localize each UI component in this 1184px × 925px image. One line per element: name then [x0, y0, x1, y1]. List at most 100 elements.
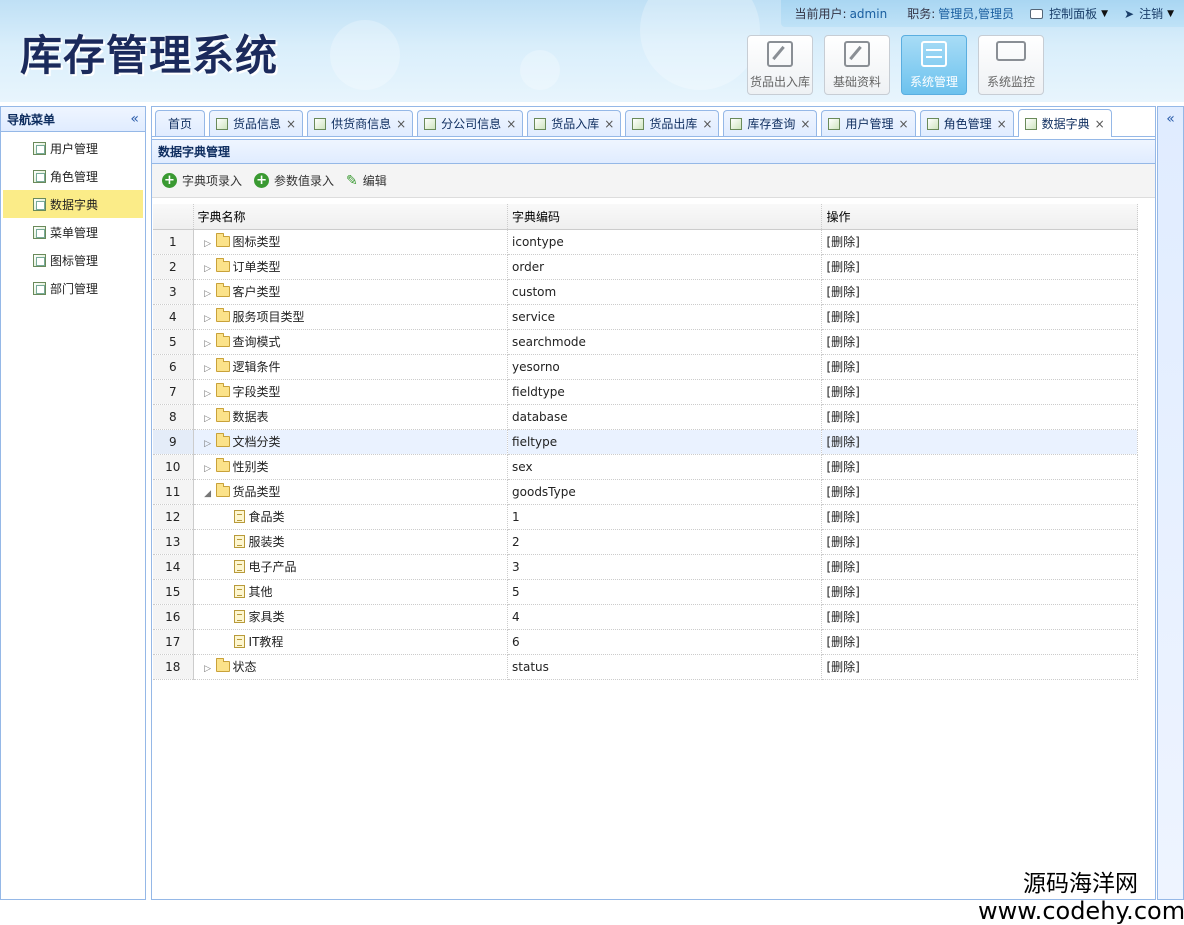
- delete-link[interactable]: [删除]: [826, 235, 859, 249]
- tab-goods-info[interactable]: 货品信息 ×: [209, 110, 304, 136]
- collapsed-arrow-icon[interactable]: ▷: [202, 464, 214, 474]
- delete-link[interactable]: [删除]: [826, 310, 859, 324]
- column-header-name[interactable]: 字典名称: [193, 204, 509, 230]
- collapsed-arrow-icon[interactable]: ▷: [202, 239, 214, 249]
- table-row[interactable]: 2 ▷ 订单类型 order [删除]: [153, 254, 1138, 280]
- sidebar-item-dictionary[interactable]: 数据字典: [3, 190, 143, 218]
- collapsed-arrow-icon[interactable]: ▷: [202, 339, 214, 349]
- delete-link[interactable]: [删除]: [826, 460, 859, 474]
- delete-link[interactable]: [删除]: [826, 560, 859, 574]
- tab-stock-query[interactable]: 库存查询 ×: [723, 110, 818, 136]
- dict-name-cell[interactable]: ▷ 查询模式: [193, 329, 509, 355]
- delete-link[interactable]: [删除]: [826, 260, 859, 274]
- table-row[interactable]: 4 ▷ 服务项目类型 service [删除]: [153, 304, 1138, 330]
- tab-home[interactable]: 首页: [155, 110, 206, 136]
- dict-name-cell[interactable]: 服装类: [193, 529, 509, 555]
- dict-name-cell[interactable]: ▷ 服务项目类型: [193, 304, 509, 330]
- close-icon[interactable]: ×: [396, 117, 406, 131]
- tab-stock-out[interactable]: 货品出库 ×: [625, 110, 720, 136]
- dict-name-cell[interactable]: ▷ 逻辑条件: [193, 354, 509, 380]
- sidebar-item-users[interactable]: 用户管理: [3, 134, 143, 162]
- tab-role-admin[interactable]: 角色管理 ×: [919, 110, 1014, 136]
- collapsed-arrow-icon[interactable]: ▷: [202, 389, 214, 399]
- column-header-code[interactable]: 字典编码: [507, 204, 823, 230]
- collapsed-arrow-icon[interactable]: ▷: [202, 314, 214, 324]
- dict-name-cell[interactable]: 电子产品: [193, 554, 509, 580]
- tab-branch-info[interactable]: 分公司信息 ×: [417, 110, 524, 136]
- delete-link[interactable]: [删除]: [826, 385, 859, 399]
- logout-menu[interactable]: ➤ 注销 ▼: [1124, 5, 1174, 22]
- sidebar-item-departments[interactable]: 部门管理: [3, 274, 143, 302]
- dict-name-cell[interactable]: ▷ 图标类型: [193, 229, 509, 255]
- tab-supplier-info[interactable]: 供货商信息 ×: [307, 110, 414, 136]
- table-row[interactable]: 6 ▷ 逻辑条件 yesorno [删除]: [153, 354, 1138, 380]
- table-row[interactable]: 14 电子产品 3 [删除]: [153, 554, 1138, 580]
- dict-name-cell[interactable]: ▷ 文档分类: [193, 429, 509, 455]
- delete-link[interactable]: [删除]: [826, 635, 859, 649]
- edit-button[interactable]: ✎ 编辑: [346, 172, 387, 189]
- dict-name-cell[interactable]: 食品类: [193, 504, 509, 530]
- table-row[interactable]: 1 ▷ 图标类型 icontype [删除]: [153, 229, 1138, 255]
- table-row[interactable]: 17 IT教程 6 [删除]: [153, 629, 1138, 655]
- delete-link[interactable]: [删除]: [826, 410, 859, 424]
- module-system-admin[interactable]: 系统管理: [901, 35, 967, 95]
- delete-link[interactable]: [删除]: [826, 285, 859, 299]
- sidebar-item-menus[interactable]: 菜单管理: [3, 218, 143, 246]
- dict-name-cell[interactable]: ▷ 客户类型: [193, 279, 509, 305]
- collapsed-arrow-icon[interactable]: ▷: [202, 414, 214, 424]
- close-icon[interactable]: ×: [604, 117, 614, 131]
- table-row[interactable]: 18 ▷ 状态 status [删除]: [153, 654, 1138, 680]
- tab-stock-in[interactable]: 货品入库 ×: [527, 110, 622, 136]
- delete-link[interactable]: [删除]: [826, 585, 859, 599]
- close-icon[interactable]: ×: [506, 117, 516, 131]
- module-stock-in-out[interactable]: 货品出入库: [747, 35, 813, 95]
- tab-data-dictionary[interactable]: 数据字典 ×: [1017, 109, 1112, 137]
- close-icon[interactable]: ×: [899, 117, 909, 131]
- add-param-value-button[interactable]: + 参数值录入: [254, 172, 334, 189]
- collapse-left-icon[interactable]: «: [130, 111, 139, 127]
- table-row[interactable]: 8 ▷ 数据表 database [删除]: [153, 404, 1138, 430]
- sidebar-item-roles[interactable]: 角色管理: [3, 162, 143, 190]
- sidebar-item-icons[interactable]: 图标管理: [3, 246, 143, 274]
- column-header-actions[interactable]: 操作: [821, 204, 1138, 230]
- collapsed-arrow-icon[interactable]: ▷: [202, 664, 214, 674]
- module-base-data[interactable]: 基础资料: [824, 35, 890, 95]
- delete-link[interactable]: [删除]: [826, 610, 859, 624]
- delete-link[interactable]: [删除]: [826, 485, 859, 499]
- collapsed-arrow-icon[interactable]: ▷: [202, 264, 214, 274]
- module-system-monitor[interactable]: 系统监控: [978, 35, 1044, 95]
- close-icon[interactable]: ×: [997, 117, 1007, 131]
- collapsed-arrow-icon[interactable]: ▷: [202, 439, 214, 449]
- collapse-right-icon[interactable]: «: [1158, 111, 1183, 127]
- control-panel-menu[interactable]: 控制面板 ▼: [1030, 5, 1108, 22]
- table-row[interactable]: 9 ▷ 文档分类 fieltype [删除]: [153, 429, 1138, 455]
- dict-name-cell[interactable]: IT教程: [193, 629, 509, 655]
- table-row[interactable]: 15 其他 5 [删除]: [153, 579, 1138, 605]
- dict-name-cell[interactable]: ▷ 订单类型: [193, 254, 509, 280]
- dict-name-cell[interactable]: 其他: [193, 579, 509, 605]
- dict-name-cell[interactable]: 家具类: [193, 604, 509, 630]
- table-row[interactable]: 11 ◢ 货品类型 goodsType [删除]: [153, 479, 1138, 505]
- delete-link[interactable]: [删除]: [826, 660, 859, 674]
- table-row[interactable]: 13 服装类 2 [删除]: [153, 529, 1138, 555]
- dict-name-cell[interactable]: ▷ 性别类: [193, 454, 509, 480]
- table-row[interactable]: 5 ▷ 查询模式 searchmode [删除]: [153, 329, 1138, 355]
- close-icon[interactable]: ×: [1095, 117, 1105, 131]
- table-row[interactable]: 10 ▷ 性别类 sex [删除]: [153, 454, 1138, 480]
- delete-link[interactable]: [删除]: [826, 335, 859, 349]
- tab-user-admin[interactable]: 用户管理 ×: [821, 110, 916, 136]
- collapsed-arrow-icon[interactable]: ▷: [202, 289, 214, 299]
- collapsed-arrow-icon[interactable]: ▷: [202, 364, 214, 374]
- delete-link[interactable]: [删除]: [826, 360, 859, 374]
- dict-name-cell[interactable]: ▷ 数据表: [193, 404, 509, 430]
- dict-name-cell[interactable]: ◢ 货品类型: [193, 479, 509, 505]
- table-row[interactable]: 12 食品类 1 [删除]: [153, 504, 1138, 530]
- close-icon[interactable]: ×: [800, 117, 810, 131]
- close-icon[interactable]: ×: [702, 117, 712, 131]
- table-row[interactable]: 16 家具类 4 [删除]: [153, 604, 1138, 630]
- delete-link[interactable]: [删除]: [826, 535, 859, 549]
- delete-link[interactable]: [删除]: [826, 435, 859, 449]
- table-row[interactable]: 7 ▷ 字段类型 fieldtype [删除]: [153, 379, 1138, 405]
- add-dict-item-button[interactable]: + 字典项录入: [162, 172, 242, 189]
- expanded-arrow-icon[interactable]: ◢: [202, 489, 214, 499]
